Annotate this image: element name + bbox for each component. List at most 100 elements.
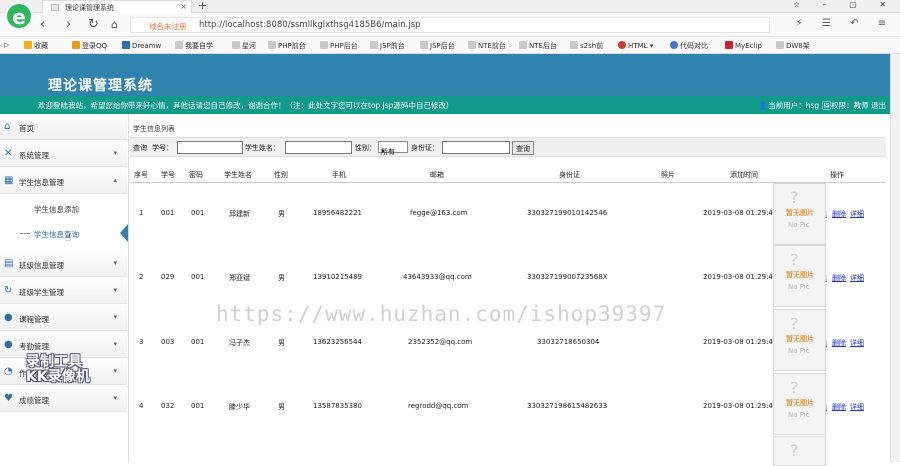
sidebar-item-label: 学生信息添加 xyxy=(34,205,79,214)
url-input[interactable]: 域名未注册 http://localhost:8080/ssmllkglxths… xyxy=(130,17,770,33)
cell-email: fegge@163.com xyxy=(410,209,468,217)
cell-name: 冯子杰 xyxy=(229,339,250,347)
delete-link[interactable]: 删除 xyxy=(832,273,846,283)
search-button[interactable]: 查询 xyxy=(512,141,534,155)
detail-link[interactable]: 详细 xyxy=(850,338,864,348)
bookmarks-toggle-icon[interactable]: ▷ xyxy=(4,41,9,49)
sidebar-subitem-student-query[interactable]: 学生信息查询 xyxy=(0,220,127,246)
cell-name: 邱建新 xyxy=(229,210,250,218)
info-bar: 欢迎登陆我站，希望您给你带来好心情，其他话请您自己修改，谢谢合作！（注：此处文字… xyxy=(0,96,890,114)
hand-cursor-icon: ☝ xyxy=(65,233,72,244)
sidebar-item-class-info[interactable]: ▤ 班级信息管理 ▾ xyxy=(0,251,127,277)
folder-icon xyxy=(370,41,378,49)
column-header: 序号 xyxy=(134,171,148,179)
refresh-icon: ↻ xyxy=(4,285,13,296)
student-name-input[interactable] xyxy=(285,141,352,154)
browser-menu-icons[interactable]: ⚡ ☰ ↶ ≡ xyxy=(796,18,894,29)
student-photo: ? 暂无图片 No Pic xyxy=(773,373,826,435)
cell-student-no: 003 xyxy=(161,338,175,346)
browser-tab[interactable]: 理论课管理系统 × xyxy=(42,0,192,13)
cell-name: 滕少华 xyxy=(229,403,250,411)
gender-select[interactable]: 所有 ▾ xyxy=(378,141,408,156)
user-info: 👤当前用户：hsg 🖼权限：教师 退出 xyxy=(759,100,886,111)
sidebar-item-student-info[interactable]: ▦ 学生信息管理 ▴ xyxy=(0,168,127,194)
image-placeholder-icon: ? xyxy=(790,314,799,333)
bookmark-icon xyxy=(570,41,578,49)
page-scrollbar[interactable] xyxy=(890,54,900,462)
logout-link[interactable]: 退出 xyxy=(871,101,886,110)
cell-password: 001 xyxy=(191,209,205,217)
url-text: http://localhost:8080/ssmllkglxthsg4185B… xyxy=(199,20,421,30)
cell-time: 2019-03-08 01:29:48.0 xyxy=(703,338,785,346)
id-label: 身份证： xyxy=(411,144,439,152)
bookmark-item[interactable]: 代码对比 xyxy=(670,41,708,51)
cell-id-card: 330327198615482633 xyxy=(527,402,608,410)
myeclipse-icon xyxy=(725,41,733,49)
forward-icon[interactable]: › xyxy=(66,17,71,32)
back-icon[interactable]: ‹ xyxy=(40,17,45,32)
cell-student-no: 032 xyxy=(161,402,175,410)
sidebar-item-course[interactable]: ● 课程管理 ▾ xyxy=(0,305,127,331)
bookmark-item[interactable]: 星河 xyxy=(232,41,256,51)
bookmark-item[interactable]: 登录QQ xyxy=(72,41,107,51)
folder-icon xyxy=(468,41,476,49)
bookmark-item[interactable]: JSP后台 xyxy=(420,41,455,51)
new-tab-icon[interactable]: + xyxy=(198,0,207,12)
sidebar-item-label: 学生信息查询 xyxy=(34,230,79,239)
browser-tab-bar: 理论课管理系统 × + ☆ – ▢ ✕ xyxy=(0,0,900,13)
bookmark-item[interactable]: PHP前台 xyxy=(268,41,306,51)
bookmark-item[interactable]: PHP后台 xyxy=(320,41,358,51)
cell-gender: 男 xyxy=(278,339,285,347)
sidebar-item-grades[interactable]: ♥ 成绩管理 ▾ xyxy=(0,386,127,412)
bookmark-item[interactable]: s2sh前 xyxy=(570,41,603,51)
folder-icon xyxy=(519,41,527,49)
chevron-down-icon: ▾ xyxy=(113,286,117,294)
sidebar-item-class-student[interactable]: ↻ 班级学生管理 ▾ xyxy=(0,278,127,304)
detail-link[interactable]: 详细 xyxy=(850,209,864,219)
table-header: 序号 学号 密码 学生姓名 性别 手机 邮箱 身份证 照片 添加时间 操作 xyxy=(130,169,886,183)
compare-icon xyxy=(670,41,678,49)
detail-link[interactable]: 详细 xyxy=(850,273,864,283)
cell-id-card: 33032718650304 xyxy=(537,338,600,346)
column-header: 身份证 xyxy=(559,171,580,179)
search-bar: 查询 学号： 学生姓名： 性别： 所有 ▾ 身份证： 查询 xyxy=(130,137,886,157)
reload-icon[interactable]: ↻ xyxy=(88,17,99,32)
sidebar-subitem-student-add[interactable]: 学生信息添加 xyxy=(0,195,127,221)
cell-time: 2019-03-08 01:29:48.0 xyxy=(703,273,785,281)
sidebar-item-home[interactable]: ⌂ 首页 xyxy=(0,114,127,140)
folder-icon xyxy=(232,41,240,49)
student-photo: ? 暂无图片 No Pic xyxy=(773,245,826,307)
bookmark-item[interactable]: HTML ▾ xyxy=(618,41,653,50)
delete-link[interactable]: 删除 xyxy=(832,402,846,412)
search-query-label: 查询 xyxy=(133,144,147,152)
delete-link[interactable]: 删除 xyxy=(832,338,846,348)
chevron-down-icon: ▾ xyxy=(113,313,117,321)
bookmark-item[interactable]: JSP前台 xyxy=(370,41,405,51)
close-tab-icon[interactable]: × xyxy=(180,2,187,11)
photo-placeholder-text: 暂无图片 xyxy=(786,209,814,217)
detail-link[interactable]: 详细 xyxy=(850,402,864,412)
id-input[interactable] xyxy=(442,141,510,154)
bookmark-item[interactable]: 我要自学 xyxy=(175,41,213,51)
photo-placeholder-sub: No Pic xyxy=(788,283,810,291)
bookmark-item[interactable]: NTE前台 xyxy=(468,41,506,51)
photo-placeholder-sub: No Pic xyxy=(788,347,810,355)
home-icon[interactable]: ⌂ xyxy=(111,18,118,31)
welcome-message: 欢迎登陆我站，希望您给你带来好心情，其他话请您自己修改，谢谢合作！（注：此处文字… xyxy=(38,101,454,110)
user-icon: 👤 xyxy=(758,101,769,110)
cell-student-no: 001 xyxy=(161,209,175,217)
sidebar-item-system[interactable]: ✕ 系统管理 ▾ xyxy=(0,141,127,167)
student-no-input[interactable] xyxy=(177,141,243,154)
window-controls[interactable]: ☆ – ▢ ✕ xyxy=(793,0,896,9)
bookmark-item[interactable]: Dreamw xyxy=(122,41,161,50)
cell-password: 001 xyxy=(191,273,205,281)
photo-placeholder-text: 暂无图片 xyxy=(786,271,814,279)
column-header: 照片 xyxy=(661,171,675,179)
bookmark-item[interactable]: MyEclip xyxy=(725,41,762,50)
bookmark-item[interactable]: NTE后台 xyxy=(519,41,557,51)
watermark-text: https://www.huzhan.com/ishop39397 xyxy=(216,302,667,326)
html-icon xyxy=(618,41,626,49)
bookmark-item[interactable]: DW8架 xyxy=(776,41,810,51)
bookmark-item[interactable]: 收藏 xyxy=(24,41,48,51)
delete-link[interactable]: 删除 xyxy=(832,209,846,219)
